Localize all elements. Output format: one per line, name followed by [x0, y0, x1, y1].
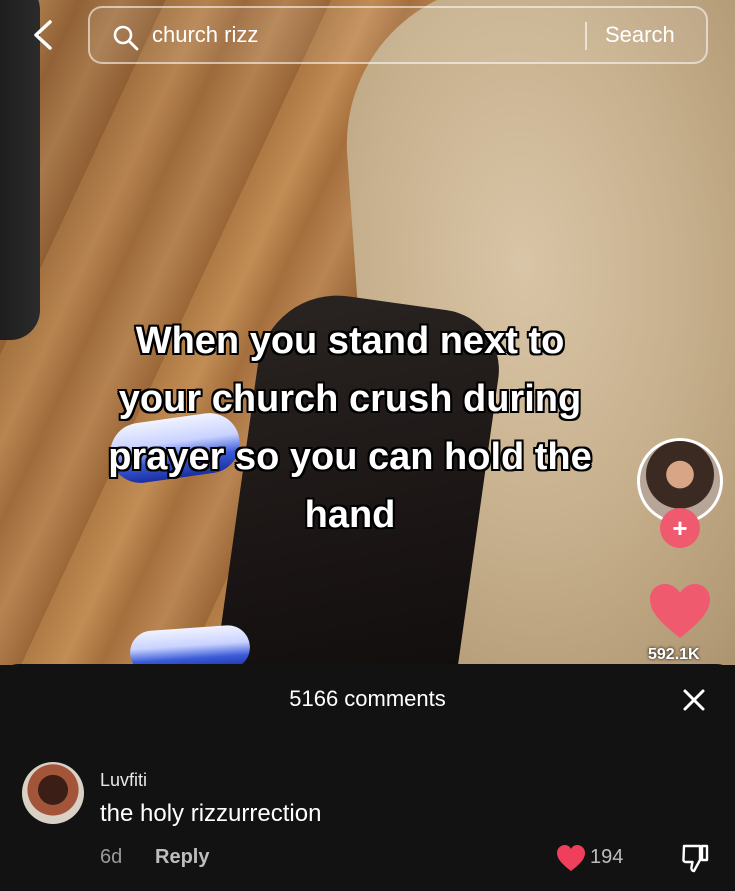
comments-title: 5166 comments [289, 686, 446, 711]
comment-username[interactable]: Luvfiti [100, 770, 147, 791]
search-button[interactable]: Search [605, 22, 675, 48]
caption-line: your church crush during [118, 378, 582, 420]
back-arrow-icon[interactable] [28, 18, 60, 50]
comment-item: Luvfiti the holy rizzurrection 6d Reply … [0, 756, 735, 886]
heart-icon[interactable] [648, 582, 712, 645]
comment-like-count: 194 [590, 846, 624, 868]
dislike-icon[interactable] [680, 842, 710, 879]
comment-age: 6d [100, 846, 123, 868]
close-icon[interactable] [680, 686, 708, 714]
like-count: 592.1K [648, 646, 700, 663]
caption-line: When you stand next to [135, 320, 565, 362]
avatar[interactable] [22, 762, 84, 824]
caption-line: prayer so you can hold the [108, 436, 592, 478]
top-search-bar: church rizz Search [0, 0, 735, 70]
search-input[interactable]: church rizz Search [88, 6, 708, 64]
search-icon [112, 24, 140, 57]
heart-icon[interactable] [556, 844, 586, 877]
video-caption: When you stand next to your church crush… [50, 312, 650, 544]
follow-button[interactable]: + [660, 508, 700, 548]
comment-text: the holy rizzurrection [100, 800, 322, 827]
reply-button[interactable]: Reply [155, 846, 209, 869]
video-shoe [128, 623, 252, 665]
caption-line: hand [304, 494, 396, 536]
search-query: church rizz [152, 22, 259, 47]
search-divider [585, 22, 587, 50]
comments-sheet: 5166 comments Luvfiti the holy rizzurrec… [0, 664, 735, 891]
